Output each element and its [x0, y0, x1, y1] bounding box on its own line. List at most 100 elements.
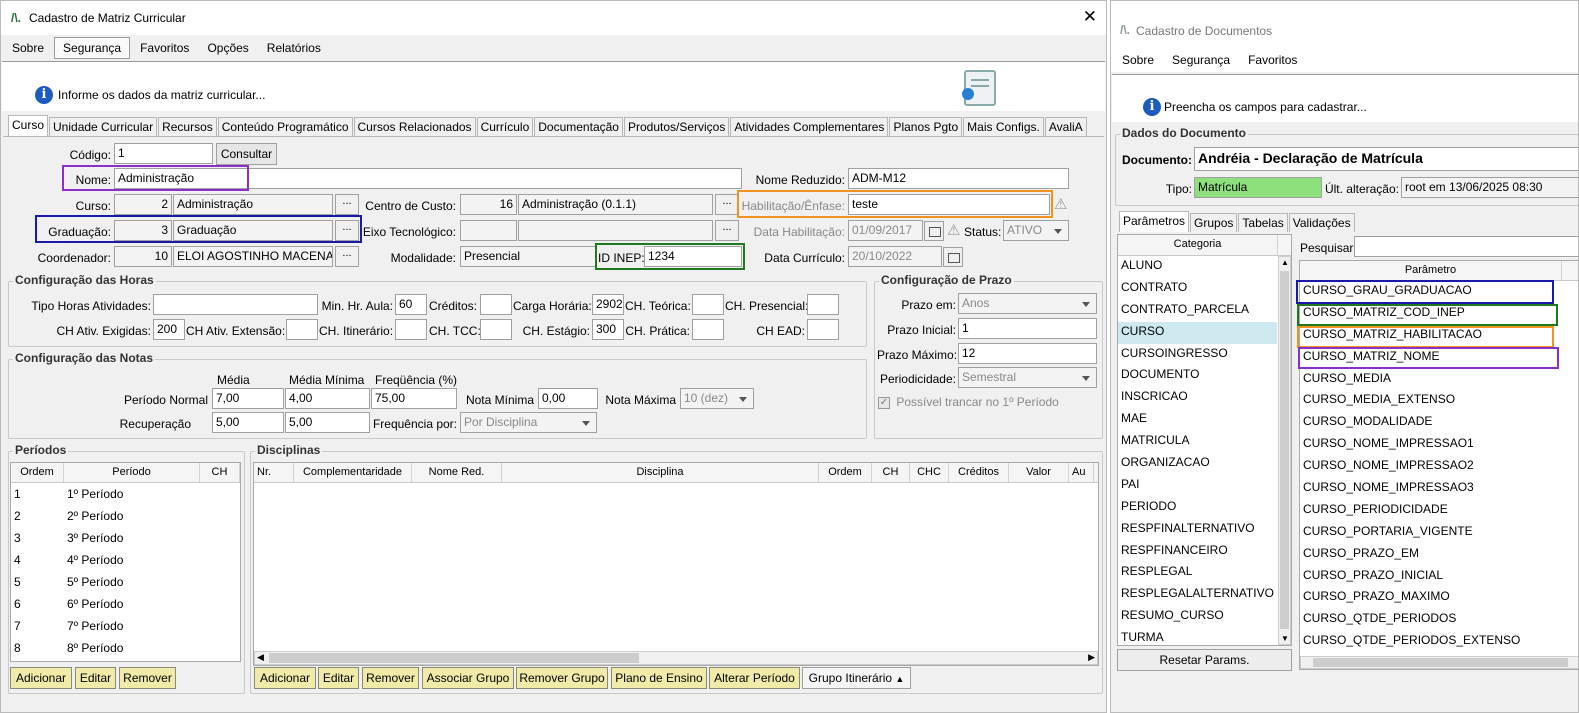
- list-item[interactable]: INSCRICAO: [1118, 387, 1291, 409]
- tab-parametros[interactable]: Parâmetros: [1119, 211, 1190, 232]
- consultar-button[interactable]: Consultar: [216, 143, 277, 165]
- status-select[interactable]: ATIVO: [1003, 220, 1069, 241]
- table-row[interactable]: 4 4º Período: [11, 549, 240, 571]
- tab-planos-pgto[interactable]: Planos Pgto: [889, 117, 963, 136]
- alterar-periodo-button[interactable]: Alterar Período: [709, 667, 800, 689]
- documento-field[interactable]: Andréia - Declaração de Matrícula: [1194, 147, 1578, 171]
- ch-ativ-exigidas-field[interactable]: 200: [153, 319, 185, 340]
- rec-media-minima-field[interactable]: 5,00: [285, 412, 370, 433]
- rec-media-field[interactable]: 5,00: [212, 412, 284, 433]
- col-ch[interactable]: CH: [200, 463, 240, 482]
- ch-presencial-field[interactable]: [807, 294, 839, 315]
- plano-ensino-button[interactable]: Plano de Ensino: [611, 667, 707, 689]
- remover-grupo-button[interactable]: Remover Grupo: [516, 667, 608, 689]
- tab-produtos-servicos[interactable]: Produtos/Serviços: [623, 117, 730, 136]
- tab-curriculo[interactable]: Currículo: [476, 117, 534, 136]
- col-extra[interactable]: [1562, 261, 1578, 280]
- col-disciplina[interactable]: Disciplina: [502, 463, 819, 482]
- disc-adicionar-button[interactable]: Adicionar: [254, 667, 316, 689]
- pesquisar-input[interactable]: [1354, 236, 1578, 257]
- ch-ead-field[interactable]: [807, 319, 839, 340]
- curso-field[interactable]: Administração: [173, 194, 333, 215]
- col-nome-red[interactable]: Nome Red.: [412, 463, 502, 482]
- menu-sobre[interactable]: Sobre: [4, 38, 52, 58]
- tipo-horas-field[interactable]: [153, 294, 318, 315]
- list-item[interactable]: CONTRATO_PARCELA: [1118, 300, 1291, 322]
- doc-menu-favoritos[interactable]: Favoritos: [1240, 50, 1305, 70]
- pn-frequencia-field[interactable]: 75,00: [371, 388, 457, 409]
- tab-grupos[interactable]: Grupos: [1190, 213, 1238, 232]
- categoria-vscrollbar[interactable]: ▲ ▼: [1278, 256, 1291, 645]
- list-item[interactable]: MATRICULA: [1118, 431, 1291, 453]
- nome-reduzido-field[interactable]: ADM-M12: [848, 168, 1069, 189]
- disc-editar-button[interactable]: Editar: [318, 667, 359, 689]
- ch-teorica-field[interactable]: [692, 294, 724, 315]
- coordenador-id-field[interactable]: 10: [114, 246, 172, 267]
- col-parametro[interactable]: Parâmetro: [1300, 261, 1562, 280]
- tab-validacoes[interactable]: Validações: [1288, 213, 1355, 232]
- periodo-editar-button[interactable]: Editar: [75, 667, 116, 689]
- col-ordem[interactable]: Ordem: [11, 463, 64, 482]
- table-row[interactable]: 3 3º Período: [11, 527, 240, 549]
- prazo-em-select[interactable]: Anos: [958, 293, 1097, 314]
- table-row[interactable]: 2 2º Período: [11, 505, 240, 527]
- ch-pratica-field[interactable]: [692, 319, 724, 340]
- col-ordem[interactable]: Ordem: [819, 463, 872, 482]
- table-row[interactable]: 6 6º Período: [11, 593, 240, 615]
- centro-custo-id-field[interactable]: 16: [460, 194, 517, 215]
- list-item[interactable]: TURMA: [1118, 628, 1291, 645]
- menu-seguranca[interactable]: Segurança: [54, 37, 131, 59]
- curso-id-field[interactable]: 2: [114, 194, 172, 215]
- periodicidade-select[interactable]: Semestral: [958, 367, 1097, 388]
- modalidade-field[interactable]: Presencial: [460, 246, 597, 267]
- scroll-right-icon[interactable]: ▶: [1088, 652, 1095, 663]
- scroll-thumb[interactable]: [269, 653, 639, 663]
- eixo-id-field[interactable]: [460, 220, 517, 241]
- associar-grupo-button[interactable]: Associar Grupo: [422, 667, 514, 689]
- ch-tcc-field[interactable]: [480, 319, 512, 340]
- scroll-down-icon[interactable]: ▼: [1281, 634, 1289, 643]
- doc-menu-seguranca[interactable]: Segurança: [1164, 50, 1238, 70]
- ch-itinerario-field[interactable]: [395, 319, 427, 340]
- coordenador-field[interactable]: ELOI AGOSTINHO MACENA: [173, 246, 333, 267]
- list-item[interactable]: ALUNO: [1118, 256, 1291, 278]
- disc-remover-button[interactable]: Remover: [362, 667, 419, 689]
- col-periodo[interactable]: Período: [64, 463, 200, 482]
- list-item[interactable]: PERIODO: [1118, 497, 1291, 519]
- col-categoria[interactable]: Categoria: [1118, 235, 1278, 255]
- list-item[interactable]: CURSO_PRAZO_INICIAL: [1300, 566, 1578, 588]
- tab-recursos[interactable]: Recursos: [158, 117, 217, 136]
- tab-avalia[interactable]: AvaliA: [1044, 117, 1087, 136]
- table-row[interactable]: 7 7º Período: [11, 615, 240, 637]
- nota-maxima-select[interactable]: 10 (dez): [680, 388, 754, 409]
- list-item[interactable]: RESPLEGALALTERNATIVO: [1118, 584, 1291, 606]
- list-item[interactable]: CURSO_NOME_IMPRESSAO1: [1300, 434, 1578, 456]
- tab-tabelas[interactable]: Tabelas: [1238, 213, 1288, 232]
- centro-custo-field[interactable]: Administração (0.1.1): [518, 194, 713, 215]
- list-item[interactable]: CURSO_PRAZO_MAXIMO: [1300, 587, 1578, 609]
- periodo-adicionar-button[interactable]: Adicionar: [10, 667, 72, 689]
- tab-curso[interactable]: Curso: [8, 115, 49, 136]
- disciplinas-hscrollbar[interactable]: ◀ ▶: [254, 651, 1098, 665]
- menu-opcoes[interactable]: Opções: [199, 38, 256, 58]
- list-item[interactable]: PAI: [1118, 475, 1291, 497]
- trancar-checkbox[interactable]: ✓: [878, 396, 890, 409]
- eixo-lookup-button[interactable]: ...: [715, 220, 739, 241]
- grupo-itinerario-button[interactable]: Grupo Itinerário ▲: [802, 667, 911, 689]
- list-item[interactable]: RESPFINALTERNATIVO: [1118, 519, 1291, 541]
- list-item[interactable]: CURSO_MEDIA_EXTENSO: [1300, 390, 1578, 412]
- list-item[interactable]: MAE: [1118, 409, 1291, 431]
- eixo-field[interactable]: [518, 220, 713, 241]
- ult-alteracao-field[interactable]: root em 13/06/2025 08:30: [1401, 177, 1578, 198]
- creditos-field[interactable]: [480, 294, 512, 315]
- ch-ativ-extensao-field[interactable]: [286, 319, 318, 340]
- col-chc[interactable]: CHC: [910, 463, 949, 482]
- list-item[interactable]: CURSO_NOME_IMPRESSAO3: [1300, 478, 1578, 500]
- tab-documentacao[interactable]: Documentação: [534, 117, 623, 136]
- list-item[interactable]: DOCUMENTO: [1118, 365, 1291, 387]
- menu-relatorios[interactable]: Relatórios: [259, 38, 329, 58]
- tab-mais-configs[interactable]: Mais Configs.: [963, 117, 1044, 136]
- frequencia-por-select[interactable]: Por Disciplina: [460, 412, 597, 433]
- min-hr-aula-field[interactable]: 60: [395, 294, 427, 315]
- col-au[interactable]: Au: [1069, 463, 1094, 482]
